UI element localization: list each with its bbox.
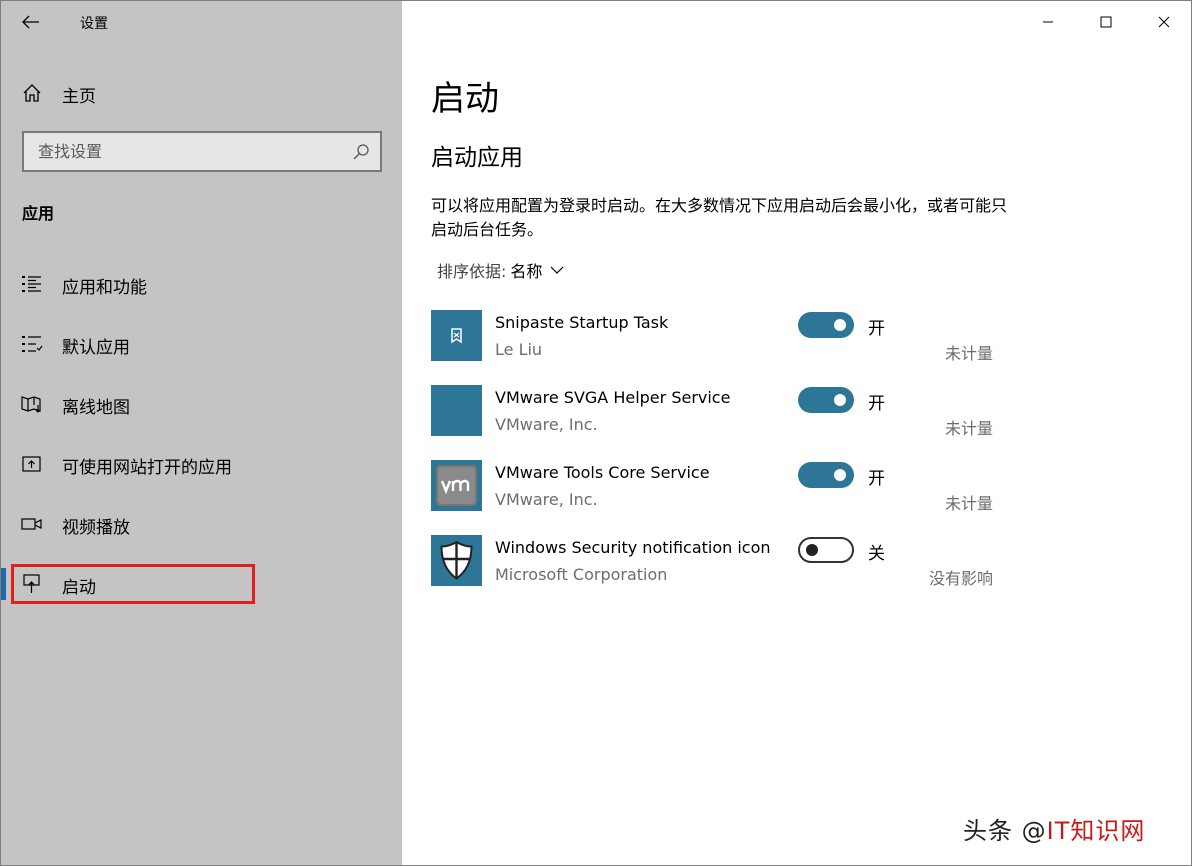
vmware-tools-icon [431,460,482,511]
startup-impact: 未计量 [944,419,993,438]
app-name: Snipaste Startup Task [495,313,669,332]
settings-window: 设置 主页 应用 应用和功能 [0,0,1192,866]
startup-impact: 未计量 [944,494,993,513]
sidebar-item-apps-for-websites[interactable]: 可使用网站打开的应用 [1,440,402,488]
apps-features-icon [22,276,41,292]
app-title: 设置 [80,16,108,32]
startup-app-row: VMware Tools Core Service VMware, Inc. 开… [431,460,996,520]
sidebar-item-label: 应用和功能 [62,278,147,298]
startup-app-row: Snipaste Startup Task Le Liu 开 未计量 [431,310,996,370]
sidebar-item-label: 离线地图 [62,398,130,418]
sidebar-item-label: 视频播放 [62,518,130,538]
page-subtitle: 启动应用 [431,145,523,171]
page-description: 可以将应用配置为登录时启动。在大多数情况下应用启动后会最小化，或者可能只启动后台… [431,196,1008,239]
sidebar-item-label: 主页 [62,87,96,107]
section-title: 应用 [22,204,55,223]
sidebar-item-offline-maps[interactable]: 离线地图 [1,380,402,428]
back-arrow-icon [22,15,39,29]
startup-toggle[interactable] [798,312,854,338]
apps-for-websites-icon [22,456,41,472]
app-publisher: Le Liu [495,340,543,359]
sidebar-item-label: 可使用网站打开的应用 [62,458,232,478]
chevron-down-icon [550,266,564,274]
toggle-knob [806,544,818,556]
page-title: 启动 [431,79,499,119]
home-icon [23,84,41,102]
search-icon[interactable] [352,143,370,161]
back-button[interactable] [13,7,49,37]
snipaste-icon [431,310,482,361]
toggle-knob [834,319,846,331]
minimize-icon [1043,21,1053,23]
sidebar-item-home[interactable]: 主页 [1,73,402,113]
startup-impact: 未计量 [944,344,993,363]
startup-toggle[interactable] [798,462,854,488]
toggle-state: 关 [868,544,885,564]
app-publisher: VMware, Inc. [495,415,598,434]
sort-label: 排序依据: [437,262,507,281]
watermark: 头条 @IT知识网 [963,811,1145,846]
close-button[interactable] [1135,1,1191,43]
close-icon [1158,16,1170,28]
startup-app-row: VMware SVGA Helper Service VMware, Inc. … [431,385,996,445]
offline-maps-icon [21,396,41,413]
sidebar-item-label: 默认应用 [62,338,130,358]
default-apps-icon [22,336,43,352]
watermark-brand: IT知识网 [1046,817,1146,845]
maximize-button[interactable] [1077,1,1135,43]
title-bar: 设置 [1,1,402,43]
minimize-button[interactable] [1019,1,1077,43]
watermark-text: 头条 @ [963,817,1047,845]
toggle-state: 开 [868,319,885,339]
toggle-state: 开 [868,469,885,489]
startup-impact: 没有影响 [928,569,993,588]
search-input[interactable] [24,133,344,170]
app-name: VMware SVGA Helper Service [495,388,731,407]
toggle-knob [834,394,846,406]
startup-toggle[interactable] [798,387,854,413]
sort-value: 名称 [510,262,543,281]
video-playback-icon [21,518,42,530]
toggle-knob [834,469,846,481]
maximize-icon [1100,16,1112,28]
highlight-box [11,564,255,604]
app-publisher: VMware, Inc. [495,490,598,509]
startup-toggle[interactable] [798,537,854,563]
app-name: VMware Tools Core Service [495,463,710,482]
search-box [22,131,382,172]
sidebar: 设置 主页 应用 应用和功能 [1,1,402,865]
sidebar-item-default-apps[interactable]: 默认应用 [1,320,402,368]
vmware-svga-icon [431,385,482,436]
main-content: 启动 启动应用 可以将应用配置为登录时启动。在大多数情况下应用启动后会最小化，或… [402,1,1191,865]
app-publisher: Microsoft Corporation [495,565,668,584]
sort-dropdown[interactable]: 排序依据: 名称 [437,258,564,282]
toggle-state: 开 [868,394,885,414]
windows-security-icon [431,535,482,586]
sidebar-item-video-playback[interactable]: 视频播放 [1,500,402,548]
app-name: Windows Security notification icon [495,538,771,557]
startup-app-row: Windows Security notification icon Micro… [431,535,996,595]
sidebar-item-apps-features[interactable]: 应用和功能 [1,260,402,308]
